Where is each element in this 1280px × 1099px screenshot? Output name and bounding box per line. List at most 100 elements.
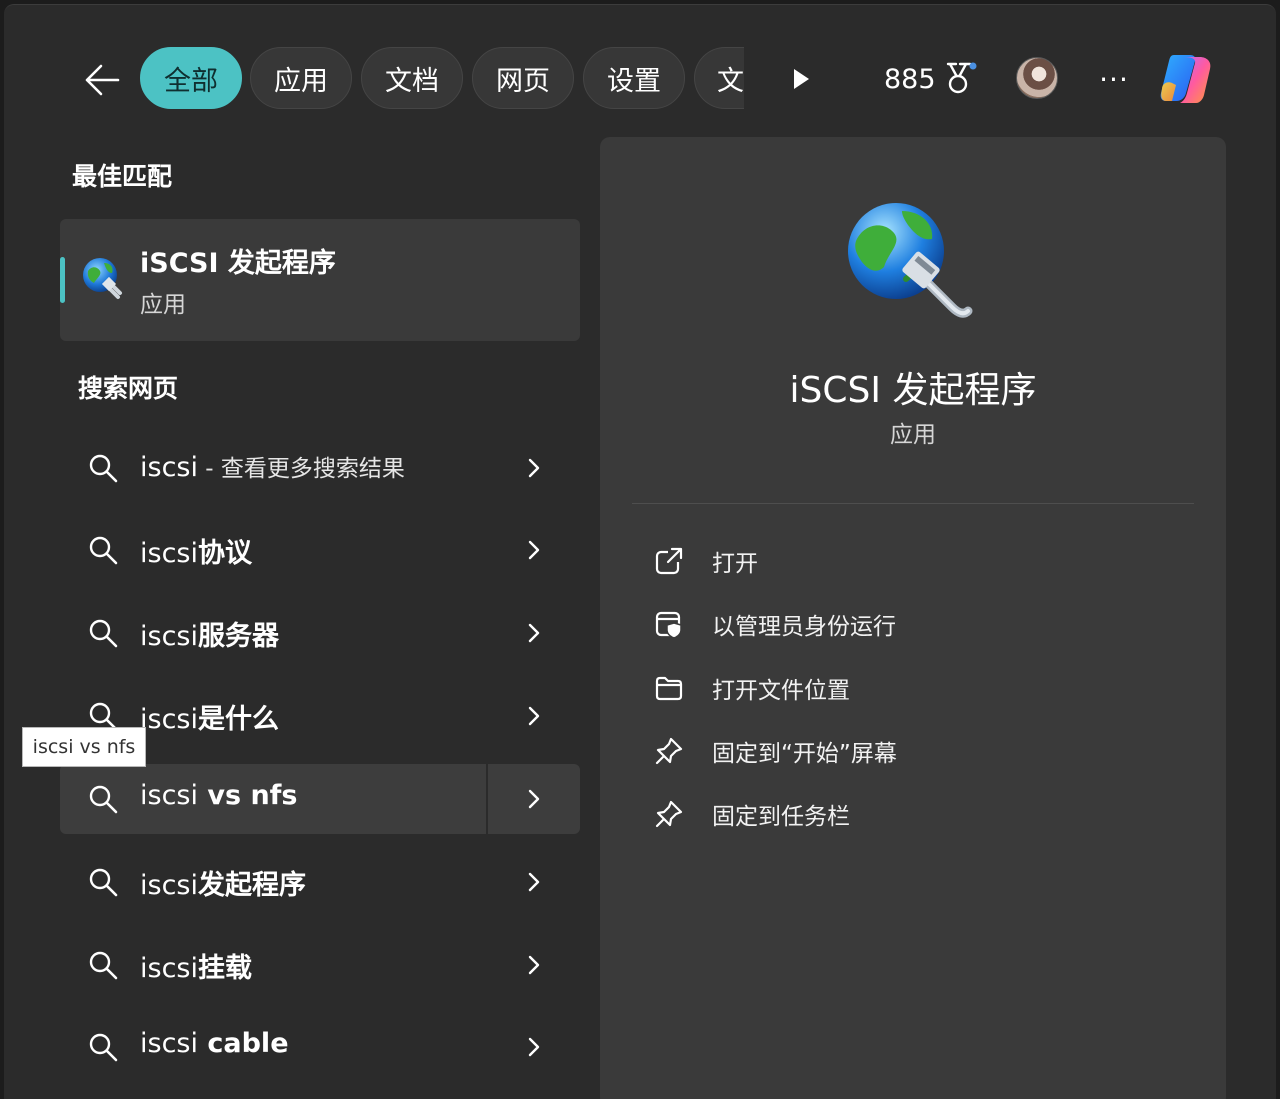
tab-settings[interactable]: 设置 [583,47,685,109]
result-query: iscsi [140,538,198,569]
best-match-item[interactable]: iSCSI 发起程序 应用 [60,219,580,341]
best-match-subtitle: 应用 [140,292,186,318]
tab-all[interactable]: 全部 [140,47,242,109]
chevron-right-icon [528,955,540,975]
search-icon [89,1033,118,1062]
chevron-right-icon [528,540,540,560]
scroll-tabs-button[interactable] [782,59,820,99]
chevron-right-icon [528,458,540,478]
web-result-label: iscsi协议 [140,531,252,570]
arrow-left-icon [85,64,120,96]
search-icon [89,868,118,897]
back-button[interactable] [74,53,130,107]
copilot-button[interactable] [1156,49,1218,109]
web-result-label: iscsi vs nfs [140,780,298,811]
detail-app-type: 应用 [890,422,936,448]
tab-folders[interactable]: 文 [694,47,744,109]
tab-label: 应用 [274,65,328,97]
pin-icon [655,737,683,765]
play-icon [794,69,809,89]
split-divider [486,764,488,834]
search-window: 全部 应用 文档 网页 设置 文 885 ··· 最佳匹配 iSCSI 发起程序… [4,4,1276,1099]
chevron-right-icon[interactable] [522,786,546,812]
result-query: iscsi [140,704,198,735]
chevron-right-icon [528,706,540,726]
search-icon [89,785,118,814]
open-external-icon [655,547,683,575]
tab-apps[interactable]: 应用 [250,47,352,109]
tab-documents[interactable]: 文档 [361,47,463,109]
result-query: iscsi [140,953,198,984]
avatar[interactable] [1016,57,1058,99]
search-icon [89,536,118,565]
pin-icon [655,800,683,828]
detail-panel: iSCSI 发起程序 应用 打开 以管理员身份运行 打开文件位置 固定到“开始”… [600,137,1226,1099]
globe-network-icon [83,258,122,299]
web-result-label: iscsi是什么 [140,697,279,736]
result-query: iscsi [140,621,198,652]
result-suggestion: vs nfs [197,780,298,811]
tab-label: 全部 [164,65,218,97]
action-label: 打开文件位置 [712,678,850,704]
selection-indicator [60,257,65,303]
divider [632,503,1194,504]
action-label: 以管理员身份运行 [712,614,896,640]
result-query: iscsi [140,780,198,811]
action-open-file-location[interactable]: 打开文件位置 [640,662,1180,714]
best-match-title: iSCSI 发起程序 [140,248,336,279]
medal-icon [946,62,977,94]
web-result-label: iscsi服务器 [140,614,279,653]
action-label: 打开 [712,551,758,577]
tab-label: 文档 [385,65,439,97]
action-pin-to-taskbar[interactable]: 固定到任务栏 [640,788,1180,840]
detail-app-title: iSCSI 发起程序 [789,370,1037,411]
tab-label: 设置 [607,65,661,97]
chevron-right-icon [528,1037,540,1057]
copilot-icon [1160,55,1211,103]
web-result-item[interactable]: iscsi cable [60,1012,580,1082]
run-as-admin-icon [655,611,682,639]
result-query: iscsi [140,870,198,901]
chevron-right-icon [528,623,540,643]
result-suggestion: 发起程序 [197,870,306,901]
action-pin-to-start[interactable]: 固定到“开始”屏幕 [640,725,1180,777]
rewards-points[interactable]: 885 [884,57,978,101]
chevron-right-icon [528,872,540,892]
web-result-item-hovered[interactable]: iscsi vs nfs [60,764,580,834]
web-result-label: iscsi cable [140,1028,289,1059]
tab-label: 网页 [496,65,550,97]
result-note: - 查看更多搜索结果 [197,456,405,482]
action-run-as-admin[interactable]: 以管理员身份运行 [640,598,1180,650]
web-result-item[interactable]: iscsi挂载 [60,930,580,1000]
search-icon [89,454,118,483]
web-result-item[interactable]: iscsi服务器 [60,598,580,668]
points-value: 885 [884,63,936,95]
web-result-item[interactable]: iscsi - 查看更多搜索结果 [60,433,580,503]
result-suggestion: 服务器 [197,621,279,652]
result-suggestion: 是什么 [197,704,279,735]
web-result-label: iscsi - 查看更多搜索结果 [140,449,405,483]
result-suggestion: cable [197,1028,289,1059]
search-icon [89,951,118,980]
action-label: 固定到任务栏 [712,804,850,830]
globe-network-icon [848,203,973,318]
web-result-item[interactable]: iscsi协议 [60,515,580,585]
result-query: iscsi [140,452,198,483]
result-suggestion: 挂载 [197,953,252,984]
result-query: iscsi [140,1028,198,1059]
more-icon: ··· [1099,62,1129,96]
tooltip: iscsi vs nfs [22,727,146,767]
action-open[interactable]: 打开 [640,535,1180,587]
tab-label: 文 [717,65,744,97]
tab-web[interactable]: 网页 [472,47,574,109]
web-search-heading: 搜索网页 [78,374,179,403]
web-result-label: iscsi发起程序 [140,863,306,902]
result-suggestion: 协议 [197,538,252,569]
more-options-button[interactable]: ··· [1092,59,1136,99]
search-icon [89,619,118,648]
best-match-heading: 最佳匹配 [72,162,173,191]
web-result-item[interactable]: iscsi发起程序 [60,847,580,917]
action-label: 固定到“开始”屏幕 [712,741,897,767]
web-result-label: iscsi挂载 [140,946,252,985]
folder-icon [655,676,683,701]
